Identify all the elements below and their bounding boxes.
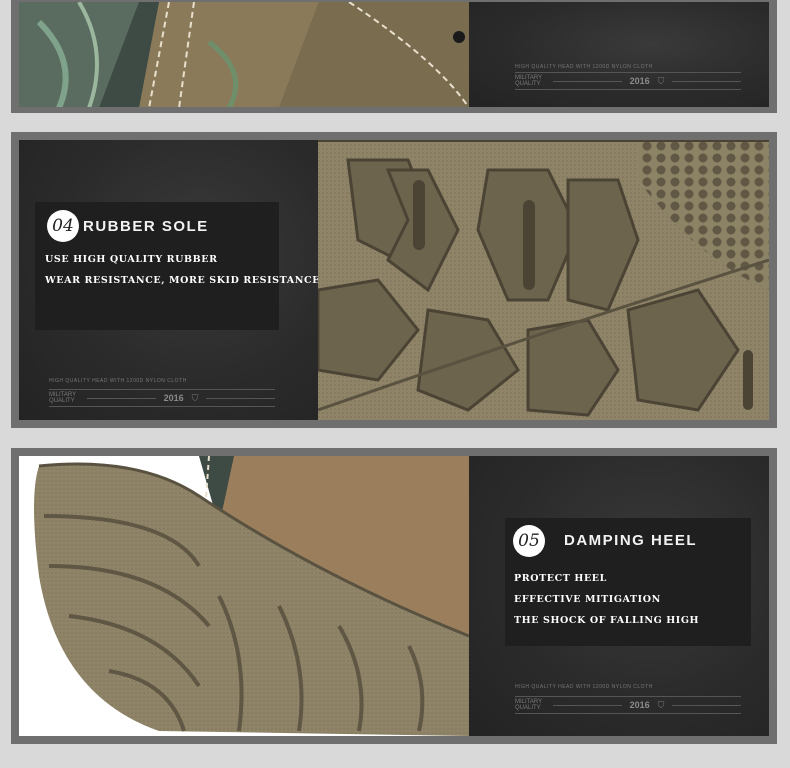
damping-heel-photo — [19, 456, 469, 736]
watermark-divider — [672, 80, 742, 82]
watermark-badge: MILITARY QUALITY — [49, 392, 77, 404]
feature-line: THE SHOCK OF FALLING HIGH — [514, 615, 700, 626]
watermark-badge: MILITARY QUALITY — [515, 75, 543, 87]
watermark-year: 2016 — [629, 700, 650, 710]
watermark-divider — [553, 80, 622, 82]
watermark-caption: HIGH QUALITY HEAD WITH 1200D NYLON CLOTH — [515, 64, 653, 70]
watermark-year: 2016 — [629, 76, 650, 86]
feature-line: EFFECTIVE MITIGATION — [514, 594, 661, 605]
damping-heel-info: 05 DAMPING HEEL PROTECT HEEL EFFECTIVE M… — [469, 456, 769, 736]
shield-icon: ⛉ — [657, 699, 665, 710]
shield-icon: ⛉ — [657, 75, 665, 86]
section-title: RUBBER SOLE — [83, 218, 209, 235]
boot-upper-photo — [19, 2, 469, 107]
feature-line: USE HIGH QUALITY RUBBER — [45, 254, 218, 265]
rubber-sole-photo — [318, 140, 769, 420]
watermark-divider — [206, 397, 276, 399]
watermark-divider — [672, 704, 742, 706]
boot-upper-panel: HIGH QUALITY HEAD WITH 1200D NYLON CLOTH… — [11, 0, 777, 113]
section-number-badge: 05 — [513, 525, 545, 557]
damping-heel-panel: 05 DAMPING HEEL PROTECT HEEL EFFECTIVE M… — [11, 448, 777, 744]
watermark-area: HIGH QUALITY HEAD WITH 1200D NYLON CLOTH… — [469, 2, 769, 107]
watermark-strip: MILITARY QUALITY 2016 ⛉ — [515, 696, 742, 714]
watermark-caption: HIGH QUALITY HEAD WITH 1200D NYLON CLOTH — [515, 684, 653, 690]
watermark-caption: HIGH QUALITY HEAD WITH 1200D NYLON CLOTH — [49, 378, 187, 384]
watermark-divider — [553, 704, 622, 706]
feature-line: PROTECT HEEL — [514, 573, 607, 584]
watermark-strip: MILITARY QUALITY 2016 ⛉ — [49, 389, 276, 407]
watermark-year: 2016 — [163, 393, 184, 403]
section-title: DAMPING HEEL — [564, 532, 698, 549]
watermark-badge: MILITARY QUALITY — [515, 699, 543, 711]
watermark-strip: MILITARY QUALITY 2016 ⛉ — [515, 72, 742, 90]
section-number-badge: 04 — [47, 210, 79, 242]
rubber-sole-info: 04 RUBBER SOLE USE HIGH QUALITY RUBBER W… — [19, 140, 321, 420]
rubber-sole-panel: 04 RUBBER SOLE USE HIGH QUALITY RUBBER W… — [11, 132, 777, 428]
feature-line: WEAR RESISTANCE, MORE SKID RESISTANCE — [45, 275, 321, 286]
watermark-divider — [87, 397, 156, 399]
shield-icon: ⛉ — [191, 392, 199, 403]
